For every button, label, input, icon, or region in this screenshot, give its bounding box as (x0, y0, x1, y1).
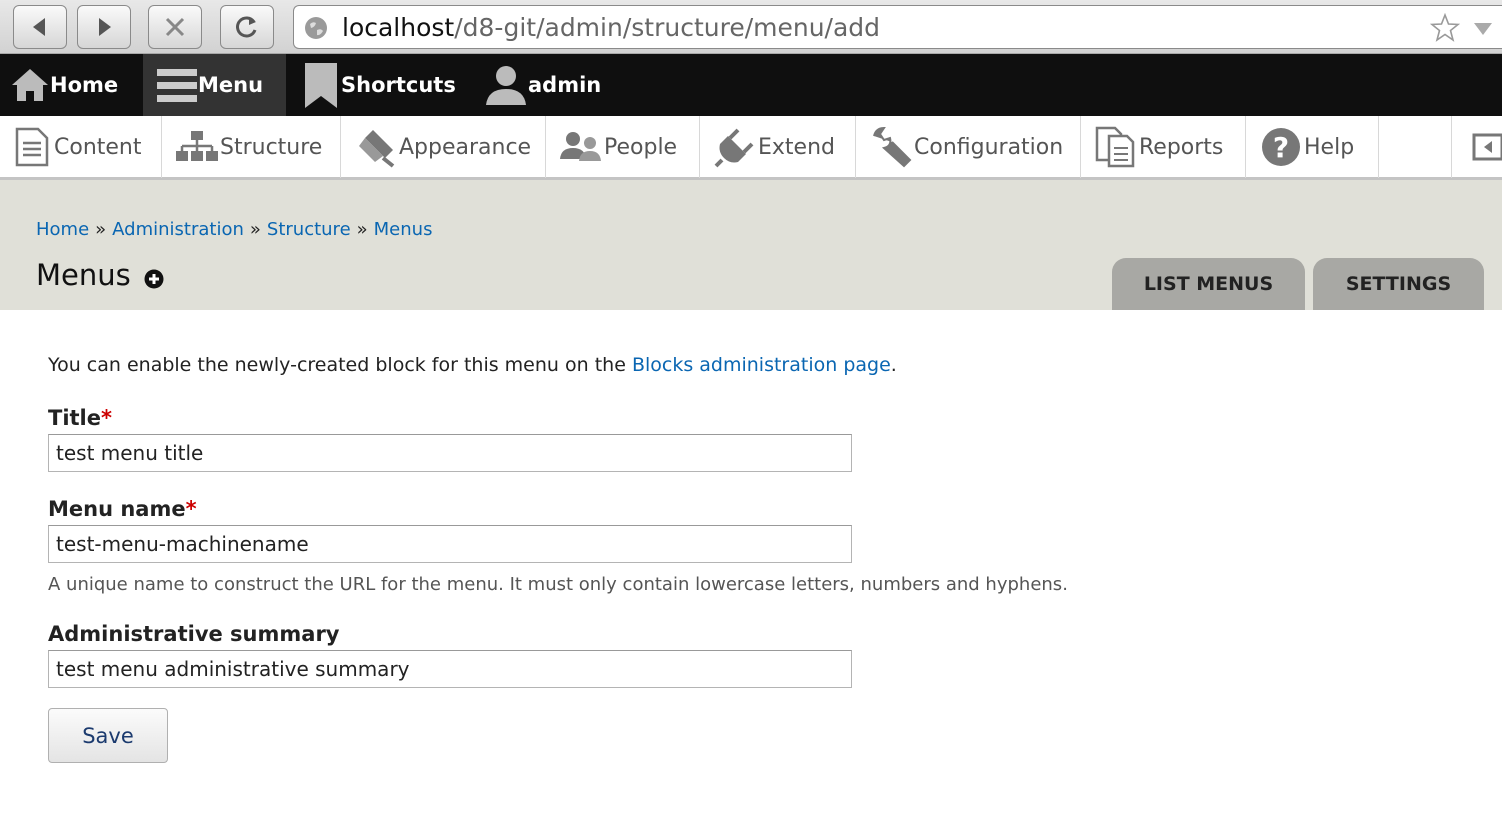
reload-button[interactable] (220, 5, 274, 49)
reload-icon (236, 16, 257, 38)
breadcrumb-menus[interactable]: Menus (374, 219, 433, 240)
tray-orientation-toggle[interactable] (1451, 116, 1502, 178)
admin-toolbar: Home Menu Shortcuts admin (0, 54, 1502, 116)
toolbar-item-menu[interactable]: Menu (143, 54, 286, 116)
star-icon[interactable] (1430, 13, 1460, 43)
menu-name-description: A unique name to construct the URL for t… (48, 574, 1068, 595)
tray-item-structure[interactable]: Structure (162, 116, 341, 178)
dropdown-arrow-icon[interactable] (1474, 23, 1492, 35)
tray-item-label: Reports (1139, 134, 1224, 160)
toolbar-item-label: admin (528, 73, 602, 97)
forward-button[interactable] (77, 5, 131, 49)
menu-name-label: Menu name* (48, 497, 197, 521)
address-bar[interactable]: localhost/d8-git/admin/structure/menu/ad… (293, 5, 1502, 49)
required-marker: * (101, 406, 112, 430)
menu-name-field[interactable] (48, 525, 852, 563)
blocks-admin-link[interactable]: Blocks administration page (632, 354, 891, 376)
tray-item-label: Configuration (914, 134, 1064, 160)
svg-text:?: ? (1273, 131, 1289, 164)
page-title: Menus (36, 258, 131, 292)
browser-chrome: localhost/d8-git/admin/structure/menu/ad… (0, 0, 1502, 54)
tray-item-help[interactable]: ? Help (1246, 116, 1379, 178)
breadcrumb-separator: » (356, 219, 368, 240)
toolbar-item-user[interactable]: admin (484, 54, 601, 116)
tray-item-label: Structure (220, 134, 323, 160)
home-icon (12, 69, 48, 101)
stop-button[interactable] (148, 5, 202, 49)
add-shortcut-icon[interactable] (144, 269, 164, 289)
reports-icon (1095, 126, 1135, 168)
breadcrumb-home[interactable]: Home (36, 219, 89, 240)
breadcrumb-structure[interactable]: Structure (267, 219, 351, 240)
globe-icon (305, 17, 327, 39)
sitemap-icon (176, 131, 218, 161)
summary-label: Administrative summary (48, 622, 340, 646)
menu-name-label-text: Menu name (48, 497, 186, 521)
title-field[interactable] (48, 434, 852, 472)
breadcrumb-separator: » (95, 219, 107, 240)
tab-settings[interactable]: SETTINGS (1313, 258, 1484, 310)
tray-item-content[interactable]: Content (0, 116, 162, 178)
toolbar-item-label: Shortcuts (341, 73, 456, 97)
tray-item-label: Help (1304, 134, 1355, 160)
intro-text-end: . (890, 354, 897, 376)
intro-text: You can enable the newly-created block f… (48, 354, 897, 376)
toolbar-item-home[interactable]: Home (10, 54, 118, 116)
orientation-icon (1472, 133, 1502, 161)
tray-item-configuration[interactable]: Configuration (856, 116, 1081, 178)
breadcrumb-administration[interactable]: Administration (112, 219, 244, 240)
title-label-text: Title (48, 406, 102, 430)
url-text: localhost/d8-git/admin/structure/menu/ad… (342, 14, 880, 42)
breadcrumb: Home» Administration» Structure» Menus (36, 219, 432, 240)
tab-list-menus[interactable]: LIST MENUS (1112, 258, 1305, 310)
toolbar-item-label: Menu (198, 73, 264, 97)
user-icon (486, 66, 526, 105)
paintbrush-icon (359, 130, 395, 168)
required-marker: * (185, 497, 197, 521)
tray-item-label: Content (54, 134, 142, 160)
people-icon (560, 132, 601, 161)
summary-field[interactable] (48, 650, 852, 688)
tray-item-appearance[interactable]: Appearance (341, 116, 546, 178)
intro-text-start: You can enable the newly-created block f… (48, 354, 632, 376)
url-host: localhost (342, 13, 455, 42)
toolbar-item-label: Home (50, 73, 119, 97)
back-button[interactable] (13, 5, 67, 49)
tray-item-label: Appearance (399, 134, 532, 160)
forward-arrow-icon (99, 18, 111, 36)
breadcrumb-separator: » (249, 219, 261, 240)
back-arrow-icon (33, 18, 45, 36)
bookmark-icon (305, 63, 337, 108)
tray-item-label: Extend (758, 134, 835, 160)
hamburger-icon (157, 69, 197, 102)
toolbar-item-shortcuts[interactable]: Shortcuts (303, 54, 456, 116)
close-icon (165, 17, 185, 37)
plug-icon (714, 128, 754, 168)
title-label: Title* (48, 406, 112, 430)
tray-item-extend[interactable]: Extend (700, 116, 856, 178)
help-icon: ? (1262, 128, 1300, 166)
tray-item-label: People (604, 134, 678, 160)
tray-item-reports[interactable]: Reports (1081, 116, 1246, 178)
url-path: /d8-git/admin/structure/menu/add (454, 13, 881, 42)
save-button[interactable]: Save (48, 708, 168, 763)
tray-item-people[interactable]: People (546, 116, 700, 178)
page-header: Home» Administration» Structure» Menus Menu… (0, 180, 1502, 310)
document-icon (15, 127, 49, 167)
wrench-icon (873, 126, 912, 168)
menu-tray: Content Structure Appearance People Exte… (0, 116, 1502, 180)
